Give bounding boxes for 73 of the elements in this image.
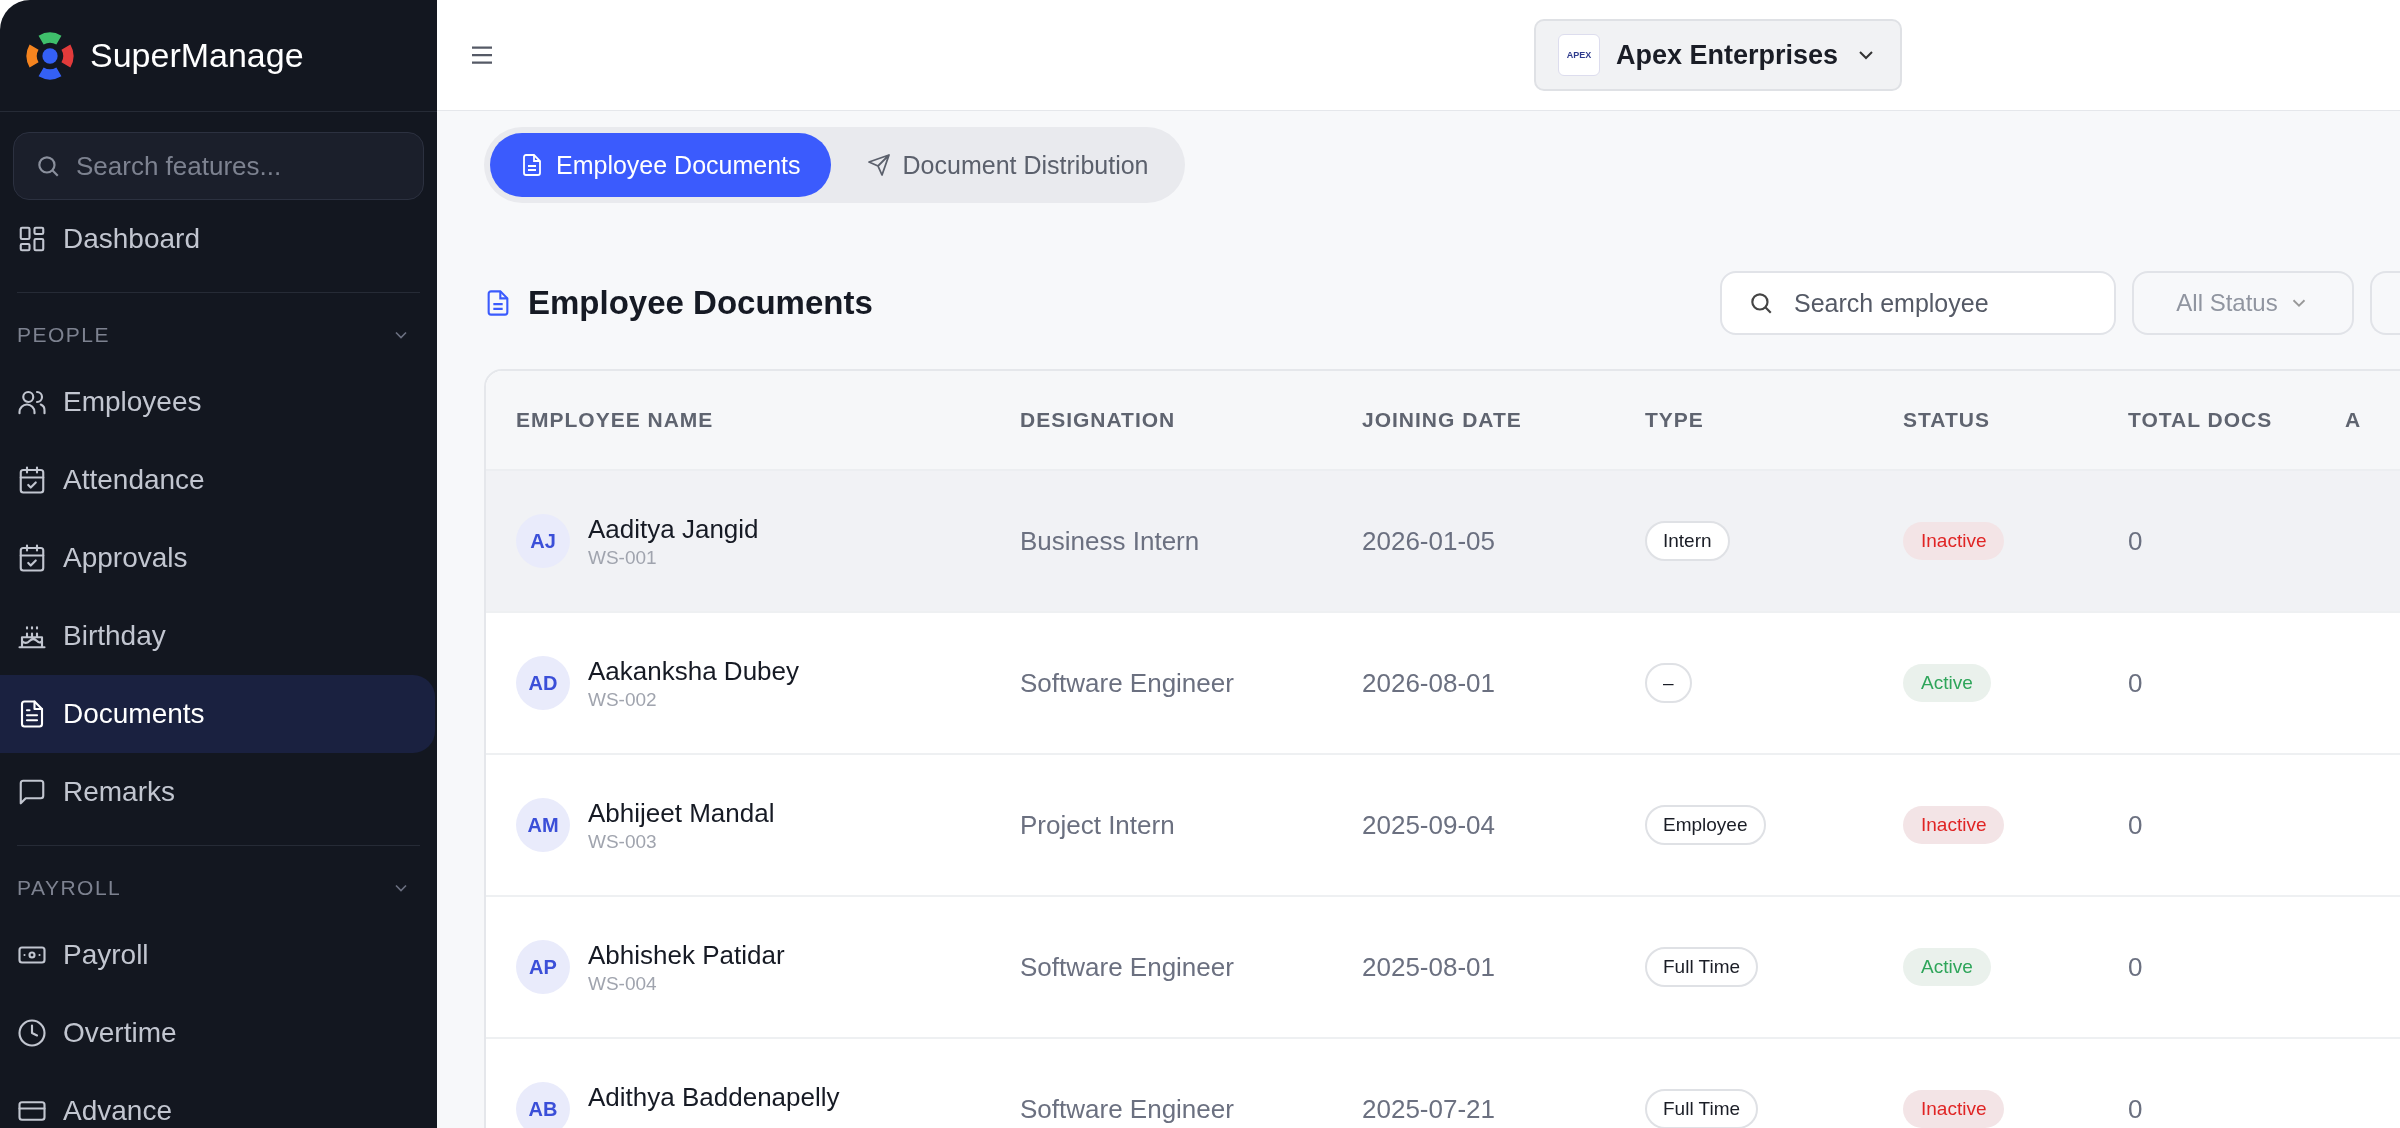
type-badge: Full Time bbox=[1645, 947, 1759, 987]
table-cell: 0 bbox=[2128, 667, 2143, 699]
sidebar-item[interactable]: Approvals bbox=[0, 519, 435, 597]
table-cell: Project Intern bbox=[1020, 809, 1175, 841]
table-cell: 2026-01-05 bbox=[1362, 525, 1495, 557]
calendar-icon bbox=[17, 465, 47, 495]
section-title: Employee Documents bbox=[528, 284, 873, 322]
column-header: EMPLOYEE NAME bbox=[516, 408, 715, 432]
app-name: SuperManage bbox=[90, 36, 304, 75]
employee-id: WS-002 bbox=[588, 688, 658, 711]
employee-name: Abhijeet Mandal bbox=[588, 797, 775, 829]
table-cell: 0 bbox=[2128, 951, 2143, 983]
type-badge: Full Time bbox=[1645, 1089, 1759, 1128]
type-badge: – bbox=[1645, 663, 1692, 703]
status-badge: Inactive bbox=[1903, 1090, 2005, 1128]
employee-id: WS-003 bbox=[588, 830, 658, 853]
type-badge: Intern bbox=[1645, 521, 1730, 561]
table-cell: Software Engineer bbox=[1020, 1093, 1234, 1125]
employee-name: Adithya Baddenapelly bbox=[588, 1081, 840, 1113]
calendar-icon bbox=[17, 543, 47, 573]
section-heading: PEOPLE bbox=[17, 323, 111, 347]
tab[interactable]: Employee Documents bbox=[490, 133, 831, 197]
status-badge: Inactive bbox=[1903, 806, 2005, 844]
send-icon bbox=[866, 153, 891, 177]
table-cell: 2025-08-01 bbox=[1362, 951, 1495, 983]
table-cell: 0 bbox=[2128, 1093, 2143, 1125]
sidebar-item[interactable]: Overtime bbox=[0, 994, 435, 1072]
sidebar-item[interactable]: Payroll bbox=[0, 916, 435, 994]
table-cell: 2025-09-04 bbox=[1362, 809, 1495, 841]
column-header: DESIGNATION bbox=[1020, 408, 1177, 432]
section-heading: PAYROLL bbox=[17, 876, 122, 900]
sidebar-item[interactable]: Remarks bbox=[0, 753, 435, 831]
avatar: AD bbox=[516, 656, 570, 710]
employee-id: WS-001 bbox=[588, 546, 658, 569]
employee-id: WS-004 bbox=[588, 972, 658, 995]
employee-name: Aakanksha Dubey bbox=[588, 655, 800, 687]
search-field[interactable]: Search features... bbox=[13, 132, 424, 200]
table-cell: 0 bbox=[2128, 809, 2143, 841]
employee-name: Aaditya Jangid bbox=[588, 513, 759, 545]
chat-icon bbox=[17, 777, 47, 807]
type-badge: Employee bbox=[1645, 805, 1766, 845]
column-header: JOINING DATE bbox=[1362, 408, 1523, 432]
company-selector[interactable]: APEX Apex Enterprises bbox=[1534, 19, 1903, 91]
avatar: AB bbox=[516, 1082, 570, 1128]
table-cell: 2026-08-01 bbox=[1362, 667, 1495, 699]
sidebar-item[interactable]: Advance bbox=[0, 1072, 435, 1128]
avatar: AJ bbox=[516, 514, 570, 568]
employee-name: Abhishek Patidar bbox=[588, 939, 785, 971]
column-header: TOTAL DOCS bbox=[2128, 408, 2274, 432]
sidebar-item[interactable]: Documents bbox=[0, 675, 435, 753]
column-header: A bbox=[2345, 408, 2363, 432]
table-cell: Software Engineer bbox=[1020, 951, 1234, 983]
sidebar-item[interactable]: Dashboard bbox=[0, 200, 435, 278]
tab[interactable]: Document Distribution bbox=[836, 133, 1179, 197]
table-cell: Business Intern bbox=[1020, 525, 1200, 557]
table-row[interactable]: AJ Aaditya Jangid WS-001 Business Intern 2026-01-05 Intern Inactive 0 bbox=[486, 471, 2400, 613]
grid-icon bbox=[17, 224, 47, 254]
avatar: AP bbox=[516, 940, 570, 994]
clock-icon bbox=[17, 1018, 47, 1048]
sidebar-item[interactable]: Employees bbox=[0, 363, 435, 441]
status-badge: Active bbox=[1903, 664, 1991, 702]
table-cell: 0 bbox=[2128, 525, 2143, 557]
status-badge: Active bbox=[1903, 948, 1991, 986]
document-icon bbox=[520, 153, 544, 177]
column-header: STATUS bbox=[1903, 408, 1991, 432]
status-badge: Inactive bbox=[1903, 522, 2005, 560]
sidebar-item[interactable]: Attendance bbox=[0, 441, 435, 519]
sidebar-item[interactable]: Birthday bbox=[0, 597, 435, 675]
table-cell: 2025-07-21 bbox=[1362, 1093, 1495, 1125]
avatar: AM bbox=[516, 798, 570, 852]
column-header: TYPE bbox=[1645, 408, 1705, 432]
table-cell: Software Engineer bbox=[1020, 667, 1234, 699]
company-logo: APEX bbox=[1558, 34, 1600, 76]
